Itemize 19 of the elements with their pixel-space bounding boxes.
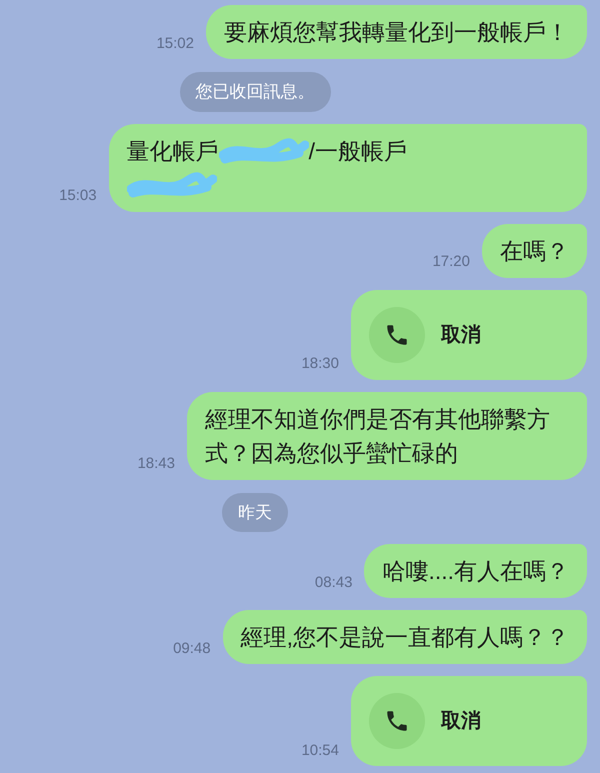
message-text: 量化帳戶 bbox=[126, 138, 219, 164]
message-time: 18:43 bbox=[137, 454, 175, 474]
message-bubble: 經理不知道你們是否有其他聯繫方式？因為您似乎蠻忙碌的 bbox=[187, 392, 587, 480]
call-status: 取消 bbox=[441, 322, 481, 348]
message-bubble: 在嗎？ bbox=[482, 224, 587, 278]
system-notice: 您已收回訊息。 bbox=[180, 72, 330, 112]
message-time: 15:03 bbox=[59, 186, 97, 206]
message-time: 18:30 bbox=[301, 354, 339, 374]
message-bubble: 要麻煩您幫我轉量化到一般帳戶！ bbox=[206, 5, 587, 59]
message-text: /一般帳戶 bbox=[308, 138, 407, 164]
call-status: 取消 bbox=[441, 709, 481, 734]
message-bubble: 經理,您不是說一直都有人嗎？？ bbox=[222, 610, 587, 664]
message-bubble: 哈嘍....有人在嗎？ bbox=[364, 544, 587, 598]
message-time: 15:02 bbox=[156, 34, 194, 54]
message-time: 08:43 bbox=[314, 572, 352, 592]
message-time: 09:48 bbox=[173, 638, 211, 658]
message-time: 10:54 bbox=[301, 740, 339, 760]
system-notice: 昨天 bbox=[222, 492, 288, 532]
message-time: 17:20 bbox=[432, 252, 470, 272]
